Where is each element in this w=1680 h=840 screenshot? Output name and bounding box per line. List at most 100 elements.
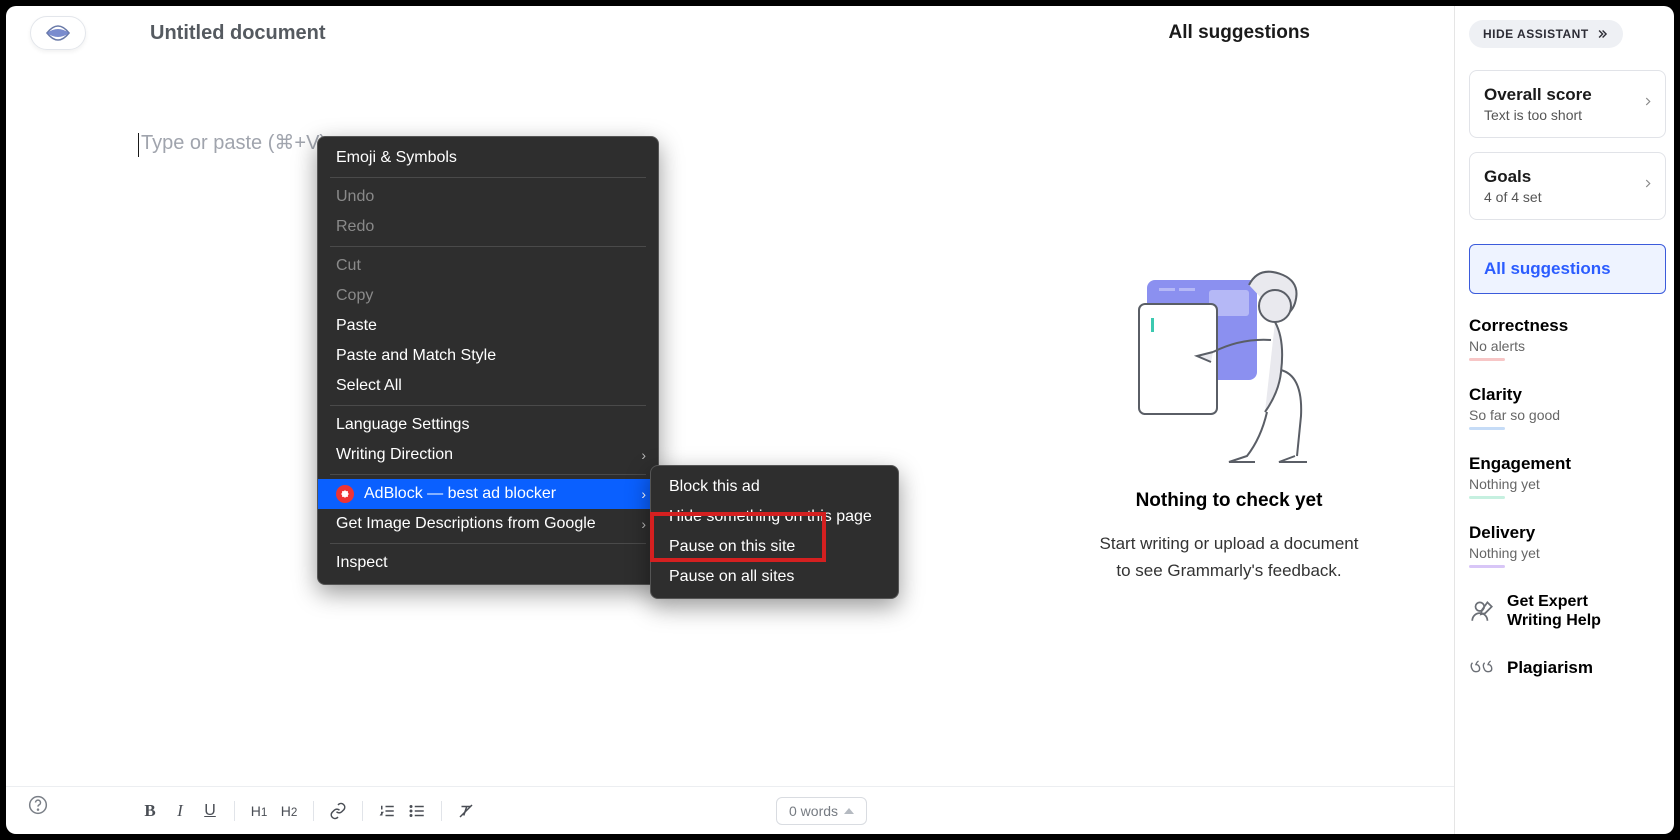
separator — [330, 543, 646, 544]
clear-format-icon — [457, 802, 475, 820]
category-delivery[interactable]: Delivery Nothing yet — [1469, 523, 1666, 568]
underline-button[interactable]: U — [196, 797, 224, 825]
italic-button[interactable]: I — [166, 797, 194, 825]
underline — [1469, 565, 1505, 568]
correctness-title: Correctness — [1469, 316, 1666, 336]
ctx-writing-direction-label: Writing Direction — [336, 446, 453, 464]
app-logo-button[interactable] — [30, 16, 86, 50]
sub-pause-site[interactable]: Pause on this site — [651, 532, 898, 562]
separator — [330, 474, 646, 475]
bottom-toolbar: B I U H1 H2 — [6, 786, 1454, 834]
separator — [330, 405, 646, 406]
separator — [362, 801, 363, 821]
chevron-right-icon: › — [641, 447, 646, 463]
word-count[interactable]: 0 words — [776, 797, 867, 825]
numbered-list-button[interactable] — [373, 797, 401, 825]
expert-line1: Get Expert — [1507, 592, 1601, 611]
document-title[interactable]: Untitled document — [150, 22, 326, 45]
delivery-title: Delivery — [1469, 523, 1666, 543]
goals-title: Goals — [1484, 167, 1651, 187]
ctx-redo: Redo — [318, 212, 658, 242]
goals-sub: 4 of 4 set — [1484, 189, 1651, 205]
assistant-sidebar: HIDE ASSISTANT Overall score Text is too… — [1454, 6, 1674, 834]
ctx-undo: Undo — [318, 182, 658, 212]
plagiarism[interactable]: Plagiarism — [1469, 658, 1666, 678]
context-menu: Emoji & Symbols Undo Redo Cut Copy Paste… — [317, 136, 659, 585]
sub-hide-something[interactable]: Hide something on this page — [651, 502, 898, 532]
underline — [1469, 358, 1505, 361]
chevron-right-icon: › — [641, 516, 646, 532]
hide-assistant-label: HIDE ASSISTANT — [1483, 27, 1589, 41]
delivery-sub: Nothing yet — [1469, 545, 1666, 561]
adblock-submenu: Block this ad Hide something on this pag… — [650, 465, 899, 599]
chevron-right-icon: › — [641, 486, 646, 502]
category-engagement[interactable]: Engagement Nothing yet — [1469, 454, 1666, 499]
sub-pause-all[interactable]: Pause on all sites — [651, 562, 898, 592]
ctx-select-all[interactable]: Select All — [318, 371, 658, 401]
all-suggestions-heading: All suggestions — [1169, 22, 1310, 44]
top-bar: Untitled document All suggestions — [6, 6, 1454, 60]
chevron-right-icon — [1641, 95, 1655, 114]
h1-button[interactable]: H1 — [245, 797, 273, 825]
separator — [234, 801, 235, 821]
logo-icon — [45, 22, 71, 44]
sub-block-ad[interactable]: Block this ad — [651, 472, 898, 502]
score-sub: Text is too short — [1484, 107, 1651, 123]
clarity-sub: So far so good — [1469, 407, 1666, 423]
ctx-img-desc-label: Get Image Descriptions from Google — [336, 515, 596, 533]
bold-button[interactable]: B — [136, 797, 164, 825]
underline — [1469, 496, 1505, 499]
all-suggestions-active[interactable]: All suggestions — [1469, 244, 1666, 294]
ul-icon — [408, 802, 426, 820]
ctx-writing-direction[interactable]: Writing Direction › — [318, 440, 658, 470]
separator — [330, 177, 646, 178]
ctx-img-desc[interactable]: Get Image Descriptions from Google › — [318, 509, 658, 539]
ctx-adblock[interactable]: AdBlock — best ad blocker › — [318, 479, 658, 509]
ctx-emoji[interactable]: Emoji & Symbols — [318, 143, 658, 173]
separator — [441, 801, 442, 821]
text-caret — [138, 133, 139, 157]
category-correctness[interactable]: Correctness No alerts — [1469, 316, 1666, 361]
adblock-icon — [336, 485, 354, 503]
ctx-cut: Cut — [318, 251, 658, 281]
help-button[interactable] — [28, 795, 48, 820]
engagement-sub: Nothing yet — [1469, 476, 1666, 492]
link-icon — [329, 802, 347, 820]
hide-assistant-button[interactable]: HIDE ASSISTANT — [1469, 20, 1623, 48]
score-title: Overall score — [1484, 85, 1651, 105]
overall-score-card[interactable]: Overall score Text is too short — [1469, 70, 1666, 138]
link-button[interactable] — [324, 797, 352, 825]
editor-placeholder: Type or paste (⌘+V) — [141, 132, 326, 154]
expert-help[interactable]: Get Expert Writing Help — [1469, 592, 1666, 630]
empty-illustration — [1129, 260, 1329, 470]
goals-card[interactable]: Goals 4 of 4 set — [1469, 152, 1666, 220]
ol-icon — [378, 802, 396, 820]
empty-sub-1: Start writing or upload a document — [1004, 530, 1454, 557]
empty-sub-2: to see Grammarly's feedback. — [1004, 557, 1454, 584]
correctness-sub: No alerts — [1469, 338, 1666, 354]
ctx-paste-match[interactable]: Paste and Match Style — [318, 341, 658, 371]
bullet-list-button[interactable] — [403, 797, 431, 825]
ctx-inspect[interactable]: Inspect — [318, 548, 658, 578]
plagiarism-label: Plagiarism — [1507, 658, 1593, 678]
ctx-copy: Copy — [318, 281, 658, 311]
clarity-title: Clarity — [1469, 385, 1666, 405]
clear-formatting-button[interactable] — [452, 797, 480, 825]
triangle-up-icon — [844, 808, 854, 814]
word-count-text: 0 words — [789, 803, 838, 819]
underline — [1469, 427, 1505, 430]
separator — [313, 801, 314, 821]
help-icon — [28, 795, 48, 815]
expert-line2: Writing Help — [1507, 611, 1601, 630]
engagement-title: Engagement — [1469, 454, 1666, 474]
ctx-adblock-label: AdBlock — best ad blocker — [364, 485, 556, 503]
person-icon — [1469, 598, 1495, 624]
ctx-paste[interactable]: Paste — [318, 311, 658, 341]
ctx-language-settings[interactable]: Language Settings — [318, 410, 658, 440]
empty-title: Nothing to check yet — [1004, 490, 1454, 512]
suggestions-empty-state: Nothing to check yet Start writing or up… — [1004, 60, 1454, 786]
chevrons-right-icon — [1595, 27, 1609, 41]
quotes-icon — [1469, 658, 1495, 678]
h2-button[interactable]: H2 — [275, 797, 303, 825]
category-clarity[interactable]: Clarity So far so good — [1469, 385, 1666, 430]
